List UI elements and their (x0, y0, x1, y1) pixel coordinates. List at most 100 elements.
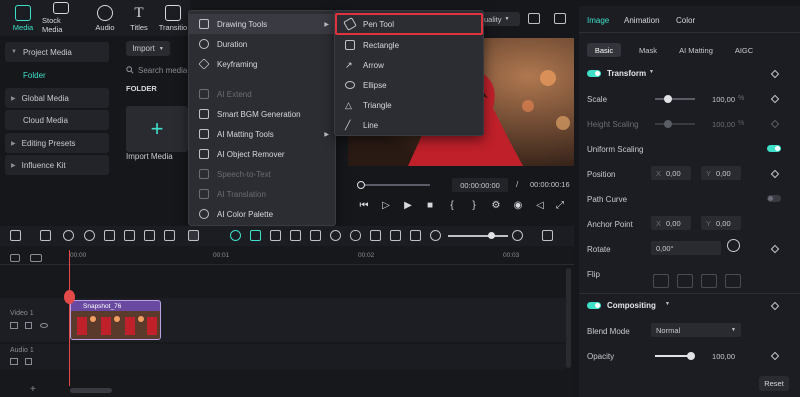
undo-icon[interactable] (63, 230, 74, 241)
sidebar-item-folder[interactable]: Folder (5, 65, 109, 85)
crop-icon[interactable] (144, 230, 155, 241)
anchor-x-field[interactable]: X 0,00 (651, 216, 691, 230)
split-icon[interactable] (124, 230, 135, 241)
progress-handle[interactable] (357, 181, 365, 189)
position-x-field[interactable]: X 0,00 (651, 166, 691, 180)
speed-icon[interactable] (310, 230, 321, 241)
shield-icon[interactable] (330, 230, 341, 241)
keyframe-icon[interactable] (770, 69, 780, 79)
reset-button[interactable]: Reset (759, 376, 789, 391)
menu-item-ai-matting[interactable]: AI Matting Tools ▶ (189, 124, 335, 144)
delete-icon[interactable] (104, 230, 115, 241)
tab-animation[interactable]: Animation (624, 16, 660, 25)
play-back-icon[interactable]: ▷ (380, 200, 392, 212)
menu-item-keyframing[interactable]: Keyframing (189, 54, 335, 74)
prev-frame-icon[interactable]: ⏮ (358, 200, 370, 212)
zoom-slider[interactable] (448, 232, 508, 239)
position-y-field[interactable]: Y 0,00 (701, 166, 741, 180)
opacity-slider-handle[interactable] (687, 352, 695, 360)
sidebar-item-influence-kit[interactable]: ▶ Influence Kit (5, 155, 109, 175)
blend-mode-select[interactable]: Normal ▼ (651, 323, 741, 337)
flip-horizontal-icon[interactable] (653, 274, 669, 288)
replace-icon[interactable] (390, 230, 401, 241)
speaker-icon[interactable] (25, 358, 32, 365)
grid-icon[interactable] (528, 13, 540, 24)
flip-vertical-icon[interactable] (677, 274, 693, 288)
quality-select[interactable]: uality ▼ (480, 12, 520, 26)
tab-stock-media[interactable]: Stock Media (42, 2, 80, 34)
scale-value[interactable]: 100,00 (695, 95, 735, 104)
zoom-in-icon[interactable] (512, 230, 523, 241)
scale-slider-handle[interactable] (664, 95, 672, 103)
storyboard-icon[interactable] (410, 230, 421, 241)
chevron-down-icon[interactable]: ▼ (649, 69, 654, 75)
search-input[interactable]: Search media (126, 62, 188, 78)
menu-item-arrow[interactable]: ↗ Arrow (335, 55, 483, 75)
anchor-y-field[interactable]: Y 0,00 (701, 216, 741, 230)
link-icon[interactable] (30, 254, 42, 262)
more-tools-icon[interactable] (188, 230, 199, 241)
add-track-icon[interactable] (10, 254, 20, 262)
keyframe-icon[interactable] (770, 351, 780, 361)
folder-icon[interactable] (10, 358, 18, 365)
menu-item-drawing-tools[interactable]: Drawing Tools ▶ (189, 14, 335, 34)
tab-audio[interactable]: Audio (86, 2, 124, 34)
stop-icon[interactable]: ■ (424, 200, 436, 212)
menu-item-pen-tool[interactable]: Pen Tool (335, 13, 483, 35)
rotate-right-icon[interactable] (725, 274, 741, 288)
speaker-icon[interactable] (25, 322, 32, 329)
menu-item-rectangle[interactable]: Rectangle (335, 35, 483, 55)
compositing-toggle[interactable] (587, 302, 601, 309)
mark-in-icon[interactable]: { (446, 200, 458, 212)
layout-icon[interactable] (10, 230, 21, 241)
marker-icon[interactable] (270, 230, 281, 241)
menu-item-smart-bgm[interactable]: Smart BGM Generation (189, 104, 335, 124)
zoom-slider-handle[interactable] (488, 232, 495, 239)
folder-icon[interactable] (10, 322, 18, 329)
chevron-down-icon[interactable]: ▼ (665, 301, 670, 307)
horizontal-scrollbar[interactable] (70, 388, 112, 393)
eye-icon[interactable] (40, 323, 48, 328)
menu-item-triangle[interactable]: △ Triangle (335, 95, 483, 115)
play-icon[interactable]: ▶ (402, 200, 414, 212)
uniform-scaling-toggle[interactable] (767, 145, 781, 152)
import-button[interactable]: Import ▼ (126, 41, 170, 56)
camera-icon[interactable]: ◉ (512, 200, 524, 212)
sidebar-item-global-media[interactable]: ▶ Global Media (5, 88, 109, 108)
scale-slider[interactable] (655, 95, 695, 103)
opacity-value[interactable]: 100,00 (695, 352, 735, 361)
settings-icon[interactable]: ⚙ (490, 200, 502, 212)
menu-item-line[interactable]: ╱ Line (335, 115, 483, 135)
progress-track[interactable] (357, 181, 430, 189)
ai-tool-icon[interactable] (230, 230, 241, 241)
menu-item-ai-color-palette[interactable]: AI Color Palette (189, 204, 335, 224)
mixer-icon[interactable] (370, 230, 381, 241)
opacity-slider[interactable] (655, 352, 695, 360)
import-media-tile[interactable]: + (126, 106, 188, 152)
menu-item-duration[interactable]: Duration (189, 34, 335, 54)
sidebar-item-cloud-media[interactable]: Cloud Media (5, 110, 109, 130)
add-track-button[interactable]: + (30, 384, 36, 395)
zoom-out-icon[interactable] (430, 230, 441, 241)
playhead[interactable] (69, 250, 70, 386)
image-icon[interactable] (290, 230, 301, 241)
mark-out-icon[interactable]: } (468, 200, 480, 212)
grid-view-icon[interactable] (542, 230, 553, 241)
playhead-handle[interactable] (64, 290, 75, 304)
keyframe-icon[interactable] (770, 244, 780, 254)
menu-item-ai-object-remover[interactable]: AI Object Remover (189, 144, 335, 164)
rotate-left-icon[interactable] (701, 274, 717, 288)
tab-titles[interactable]: T Titles (120, 2, 158, 34)
video-clip[interactable]: Snapshot_76 (70, 300, 161, 340)
subtab-ai-matting[interactable]: AI Matting (675, 43, 717, 57)
keyframe-icon[interactable] (770, 94, 780, 104)
fullscreen-icon[interactable]: ⤢ (554, 200, 566, 212)
path-curve-toggle[interactable] (767, 195, 781, 202)
transform-toggle[interactable] (587, 70, 601, 77)
sidebar-item-editing-presets[interactable]: ▶ Editing Presets (5, 133, 109, 153)
subtab-mask[interactable]: Mask (633, 43, 663, 57)
redo-icon[interactable] (84, 230, 95, 241)
subtab-basic[interactable]: Basic (587, 43, 621, 57)
snapshot-icon[interactable] (554, 13, 566, 24)
text-tool-icon[interactable] (164, 230, 175, 241)
